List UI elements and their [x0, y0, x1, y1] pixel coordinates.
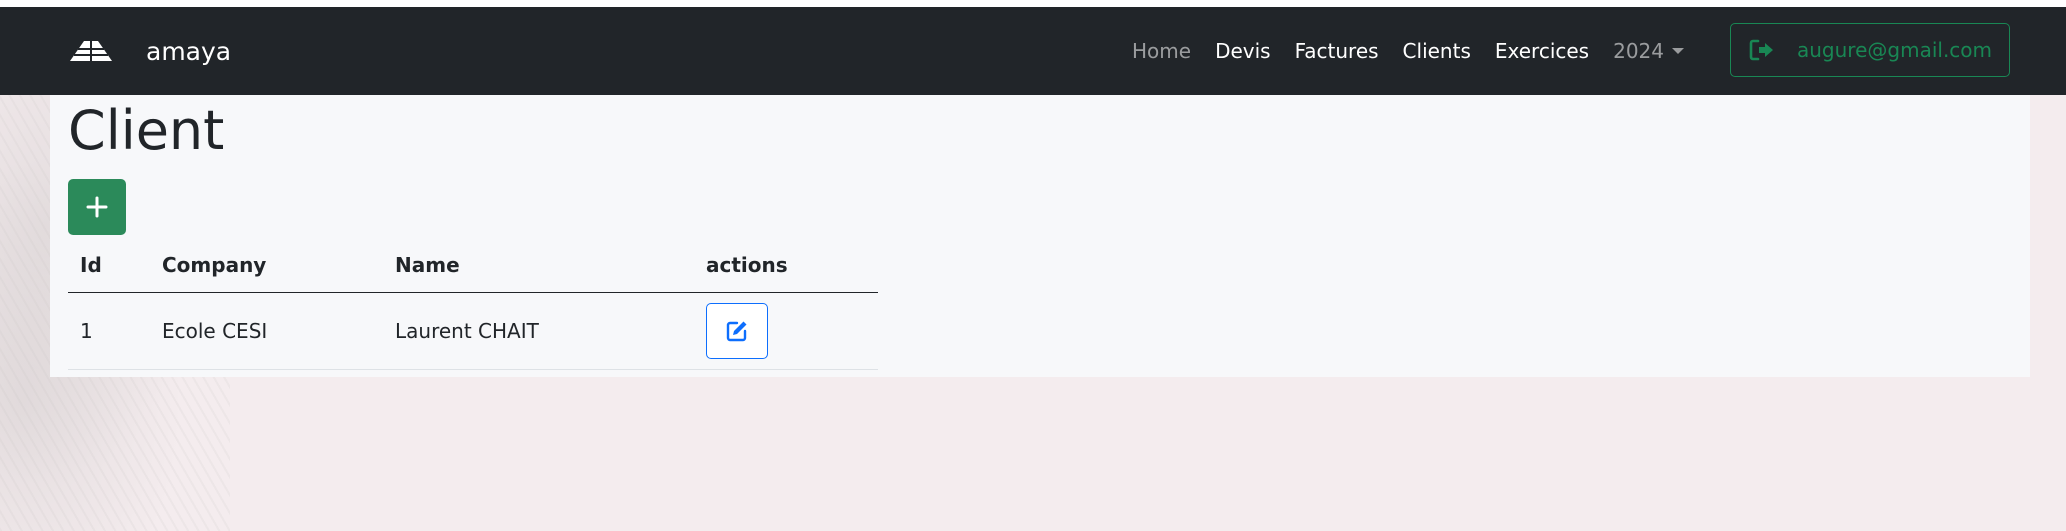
brand-name: amaya [146, 36, 232, 66]
top-strip [0, 0, 2066, 7]
main-container: Client Id Company Name actions 1 Ecole C… [50, 95, 2030, 377]
cell-name: Laurent CHAIT [383, 292, 694, 370]
cell-actions [694, 292, 878, 370]
header-company: Company [150, 237, 383, 293]
add-client-button[interactable] [68, 179, 126, 235]
table-row: 1 Ecole CESI Laurent CHAIT [68, 292, 878, 370]
nav-devis[interactable]: Devis [1215, 39, 1271, 63]
clients-table: Id Company Name actions 1 Ecole CESI Lau… [68, 237, 878, 370]
plus-icon [86, 196, 108, 218]
nav-home[interactable]: Home [1132, 39, 1191, 63]
header-id: Id [68, 237, 150, 293]
header-name: Name [383, 237, 694, 293]
year-dropdown-label: 2024 [1613, 39, 1664, 63]
logout-button[interactable]: augure@gmail.com [1730, 23, 2010, 77]
chevron-down-icon [1672, 48, 1684, 54]
edit-icon [726, 321, 747, 342]
nav-exercices[interactable]: Exercices [1495, 39, 1589, 63]
cell-id: 1 [68, 292, 150, 370]
year-dropdown[interactable]: 2024 [1613, 39, 1684, 63]
brand[interactable]: amaya [68, 7, 231, 95]
cell-company: Ecole CESI [150, 292, 383, 370]
nav-clients[interactable]: Clients [1403, 39, 1471, 63]
header-actions: actions [694, 237, 878, 293]
sign-out-icon [1749, 39, 1773, 61]
edit-button[interactable] [706, 303, 768, 359]
table-header-row: Id Company Name actions [68, 237, 878, 293]
user-email: augure@gmail.com [1797, 38, 1993, 62]
navbar: amaya Home Devis Factures Clients Exerci… [0, 7, 2066, 95]
brand-logo-icon [70, 41, 112, 61]
nav-links: Home Devis Factures Clients Exercices 20… [1132, 7, 1684, 95]
nav-factures[interactable]: Factures [1295, 39, 1379, 63]
page-title: Client [68, 99, 225, 162]
